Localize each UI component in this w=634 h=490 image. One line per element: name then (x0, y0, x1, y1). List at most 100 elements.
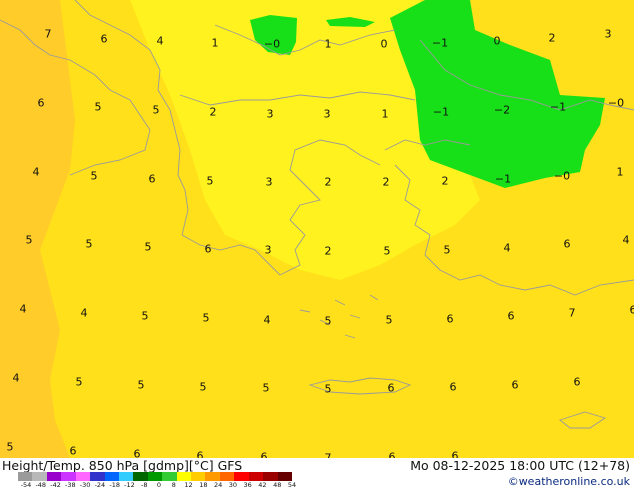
temperature-label: 3 (604, 27, 612, 41)
temperature-label: 2 (324, 175, 332, 189)
temperature-label: 6 (100, 32, 108, 46)
scale-tick-label: 36 (243, 481, 252, 489)
temperature-label: 7 (44, 27, 52, 41)
temperature-label: 1 (324, 37, 332, 51)
temperature-label: 4 (263, 313, 271, 327)
temperature-label: 1 (381, 107, 389, 121)
scale-tick-label: 42 (258, 481, 267, 489)
temperature-label: 2 (324, 244, 332, 258)
scale-swatch (277, 472, 293, 481)
temperature-label: 2 (209, 105, 217, 119)
scale-swatch (191, 472, 206, 481)
temperature-label: 4 (503, 241, 511, 255)
temperature-label: 5 (6, 440, 14, 454)
scale-swatch (147, 472, 163, 481)
temperature-label: 5 (385, 313, 393, 327)
temperature-label: 5 (94, 100, 102, 114)
temperature-label: 2 (548, 31, 556, 45)
temperature-label: 4 (19, 302, 27, 316)
temperature-label: 6 (449, 380, 457, 394)
temperature-label: 7 (568, 306, 576, 320)
temperature-label: 1 (616, 165, 624, 179)
scale-tick-label: -18 (109, 481, 120, 489)
temperature-label: 5 (25, 233, 33, 247)
temperature-label: 5 (75, 375, 83, 389)
temperature-label: 4 (32, 165, 40, 179)
map-area[interactable]: 7 6 4 1 −0 1 0 −1 0 2 3 6 5 5 2 3 3 1 −1 −2 −1 −0 4 5 6 5 3 2 2 2 −1 −0… (0, 0, 634, 458)
temperature-label: 5 (90, 169, 98, 183)
temperature-label: −0 (553, 169, 571, 183)
scale-tick-label: 8 (171, 481, 176, 489)
scale-tick-label: -12 (124, 481, 135, 489)
temperature-label: 5 (443, 243, 451, 257)
scale-tick-label: 30 (228, 481, 238, 489)
temperature-label: −1 (431, 36, 449, 50)
temperature-label: 6 (451, 449, 459, 459)
temperature-label: 0 (380, 37, 388, 51)
temperature-label: 6 (511, 378, 519, 392)
temperature-label: −1 (494, 172, 512, 186)
scale-swatch (61, 472, 77, 481)
scale-tick-label: -42 (50, 481, 61, 489)
scale-swatch (75, 472, 91, 481)
scale-tick-label: 54 (287, 481, 297, 489)
temperature-label: 2 (441, 174, 449, 188)
temperature-label: 5 (202, 311, 210, 325)
credit-link[interactable]: ©weatheronline.co.uk (508, 475, 630, 489)
temperature-label: −1 (549, 100, 567, 114)
scale-swatch (176, 472, 192, 481)
scale-tick-label: -8 (140, 481, 148, 489)
temperature-label: 5 (152, 103, 160, 117)
temperature-label: 5 (137, 378, 145, 392)
scale-swatch (118, 472, 134, 481)
temperature-label: 6 (37, 96, 45, 110)
temperature-label: −0 (607, 96, 625, 110)
temperature-label: −1 (432, 105, 450, 119)
temperature-label: 6 (204, 242, 212, 256)
temperature-label: 4 (12, 371, 20, 385)
scale-swatch (263, 472, 279, 481)
scale-tick-label: 0 (156, 481, 162, 489)
scale-swatch (46, 472, 62, 481)
scale-tick-label: -48 (35, 481, 47, 489)
scale-tick-label: -30 (79, 481, 91, 489)
temperature-label: 5 (199, 380, 207, 394)
temperature-label: 5 (383, 244, 391, 258)
temperature-label: 3 (265, 175, 273, 189)
temperature-label: 5 (85, 237, 93, 251)
temperature-label: 3 (266, 107, 274, 121)
temperature-label: 1 (211, 36, 219, 50)
temperature-label: 6 (148, 172, 156, 186)
temperature-label: 2 (382, 175, 390, 189)
scale-tick-label: 12 (184, 481, 193, 489)
temperature-label: 5 (324, 314, 332, 328)
scale-tick-label: -24 (94, 481, 106, 489)
scale-swatch (90, 472, 105, 481)
temperature-label: 6 (573, 375, 581, 389)
temperature-label: −2 (493, 103, 511, 117)
scale-tick-label: 24 (213, 481, 223, 489)
temperature-label: 5 (324, 382, 332, 396)
scale-swatch (32, 472, 48, 481)
temperature-label: −0 (263, 37, 281, 51)
scale-swatch (18, 472, 33, 481)
temperature-label: 5 (262, 381, 270, 395)
color-scale (18, 472, 293, 481)
temperature-label: 6 (629, 303, 634, 317)
temperature-label: 4 (156, 34, 164, 48)
temperature-label: 6 (563, 237, 571, 251)
temperature-label: 6 (133, 447, 141, 459)
scale-tick-label: -54 (20, 481, 32, 489)
scale-swatch (133, 472, 149, 481)
scale-swatch (219, 472, 235, 481)
scale-swatch (104, 472, 120, 481)
temperature-label: 6 (507, 309, 515, 323)
temperature-label: 6 (69, 444, 77, 458)
temperature-label: 6 (196, 449, 204, 459)
temperature-label: 4 (622, 233, 630, 247)
map-title: Height/Temp. 850 hPa [gdmp][°C] GFS (2, 458, 243, 473)
temperature-label: 5 (144, 240, 152, 254)
scale-swatch (248, 472, 264, 481)
temperature-label: 5 (141, 309, 149, 323)
scale-swatch (234, 472, 250, 481)
